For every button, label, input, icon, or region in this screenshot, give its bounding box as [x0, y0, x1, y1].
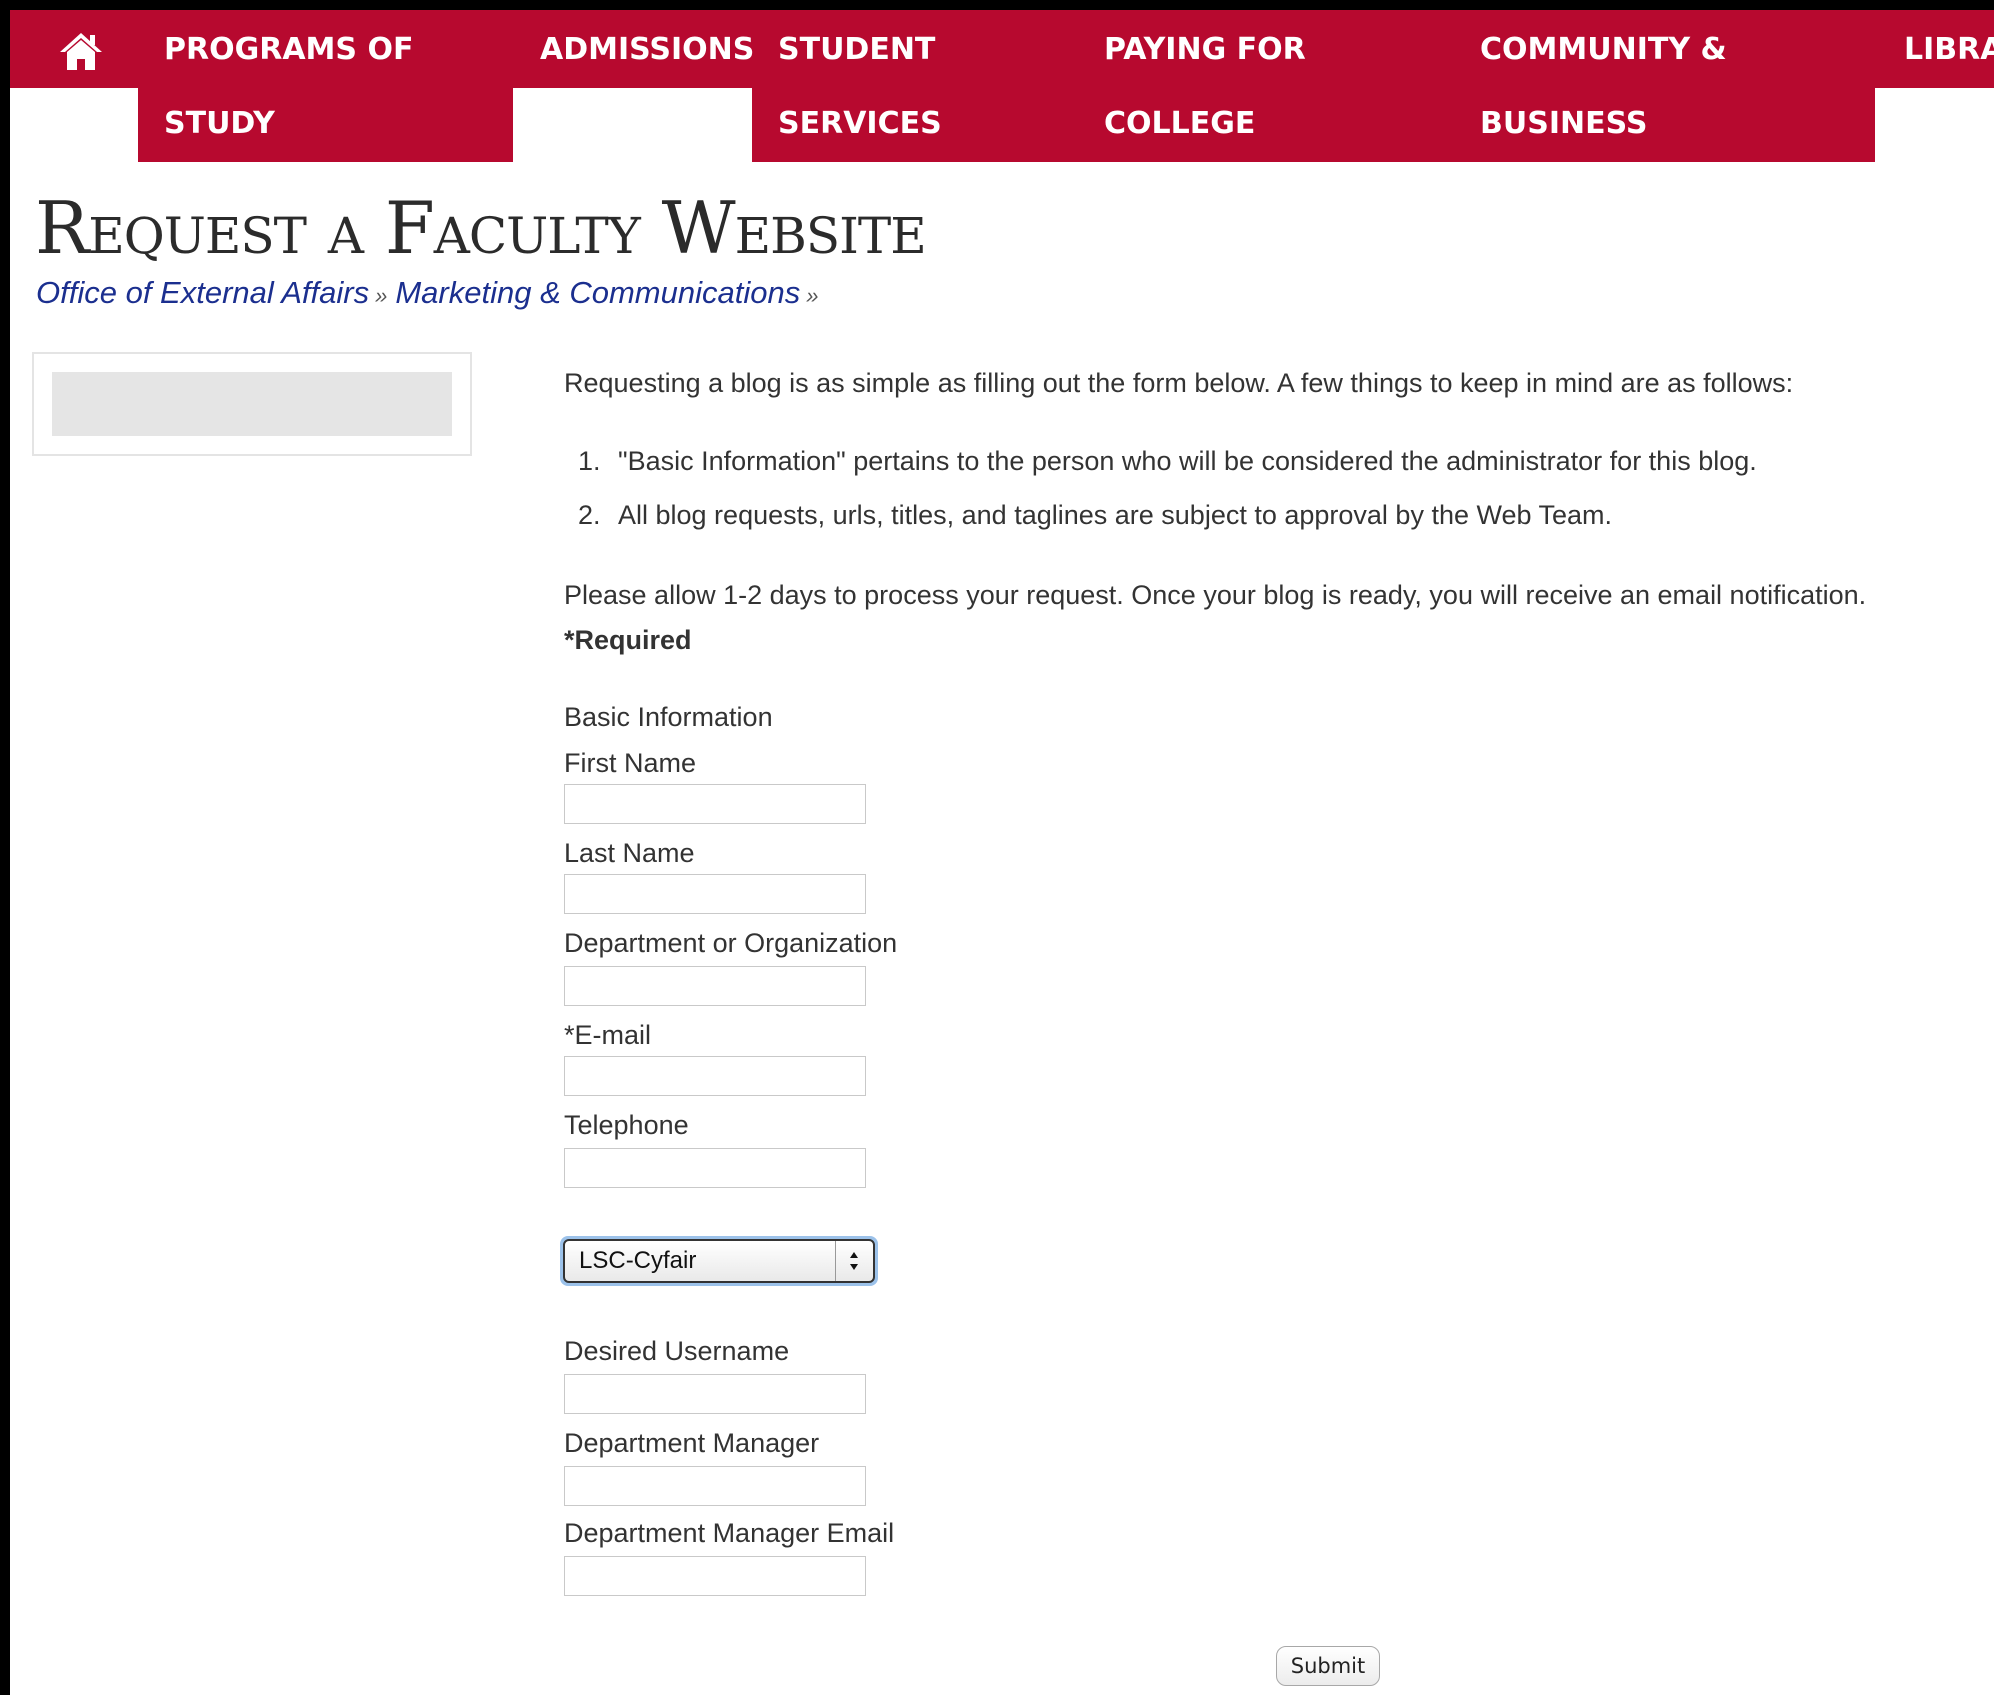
page: Programs of Study Admissions Student Ser…: [10, 10, 1994, 1695]
nav-item-label: Paying for: [1104, 32, 1306, 67]
manager-label: Department Manager: [564, 1428, 820, 1458]
manager-email-input[interactable]: [564, 1556, 866, 1596]
nav-item-label: Study: [164, 106, 275, 141]
nav-item-label: Business: [1480, 106, 1648, 141]
telephone-input[interactable]: [564, 1148, 866, 1188]
manager-input[interactable]: [564, 1466, 866, 1506]
breadcrumb-link-external-affairs[interactable]: Office of External Affairs: [36, 275, 369, 310]
intro-text: Requesting a blog is as simple as fillin…: [564, 368, 1794, 398]
campus-select[interactable]: LSC-Cyfair: [563, 1239, 875, 1283]
select-arrows-container: [835, 1241, 873, 1281]
last-name-label: Last Name: [564, 838, 695, 868]
email-input[interactable]: [564, 1056, 866, 1096]
department-label: Department or Organization: [564, 928, 898, 958]
email-label: *E-mail: [564, 1020, 652, 1050]
manager-email-label: Department Manager Email: [564, 1518, 895, 1548]
nav-item-label: Services: [778, 106, 942, 141]
section-label-basic-info: Basic Information: [564, 702, 773, 732]
nav-item-label: Programs of: [164, 32, 414, 67]
nav-item-label: Admissions: [540, 32, 755, 67]
username-input[interactable]: [564, 1374, 866, 1414]
list-text: All blog requests, urls, titles, and tag…: [618, 500, 1613, 530]
last-name-input[interactable]: [564, 874, 866, 914]
department-input[interactable]: [564, 966, 866, 1006]
sidebar-placeholder: [52, 372, 452, 436]
first-name-input[interactable]: [564, 784, 866, 824]
sidebar-box: [32, 352, 472, 456]
breadcrumb: Office of External Affairs» Marketing & C…: [36, 275, 826, 311]
list-number: 2.: [578, 500, 601, 530]
page-title: Request a Faculty Website: [35, 186, 927, 270]
up-down-arrows-icon: [850, 1252, 858, 1270]
list-number: 1.: [578, 446, 601, 476]
home-button[interactable]: [58, 30, 104, 72]
breadcrumb-separator: »: [375, 283, 388, 308]
campus-select-focus-ring: LSC-Cyfair: [560, 1236, 878, 1286]
submit-button[interactable]: Submit: [1276, 1646, 1380, 1686]
username-label: Desired Username: [564, 1336, 790, 1366]
nav-item-label: College: [1104, 106, 1256, 141]
list-text: "Basic Information" pertains to the pers…: [618, 446, 1757, 476]
required-note: *Required: [564, 625, 692, 655]
list-item: 2. All blog requests, urls, titles, and t…: [578, 500, 1612, 531]
nav-item-label: Community &: [1480, 32, 1727, 67]
breadcrumb-separator: »: [806, 283, 819, 308]
processing-notice: Please allow 1-2 days to process your re…: [564, 580, 1867, 610]
home-icon: [60, 33, 102, 70]
nav-item-label: Student: [778, 32, 936, 67]
list-item: 1. "Basic Information" pertains to the pe…: [578, 446, 1757, 477]
breadcrumb-link-marketing[interactable]: Marketing & Communications: [395, 275, 800, 310]
campus-select-value: LSC-Cyfair: [579, 1247, 697, 1274]
telephone-label: Telephone: [564, 1110, 689, 1140]
nav-item-label: Librai: [1904, 32, 1994, 67]
first-name-label: First Name: [564, 748, 697, 778]
